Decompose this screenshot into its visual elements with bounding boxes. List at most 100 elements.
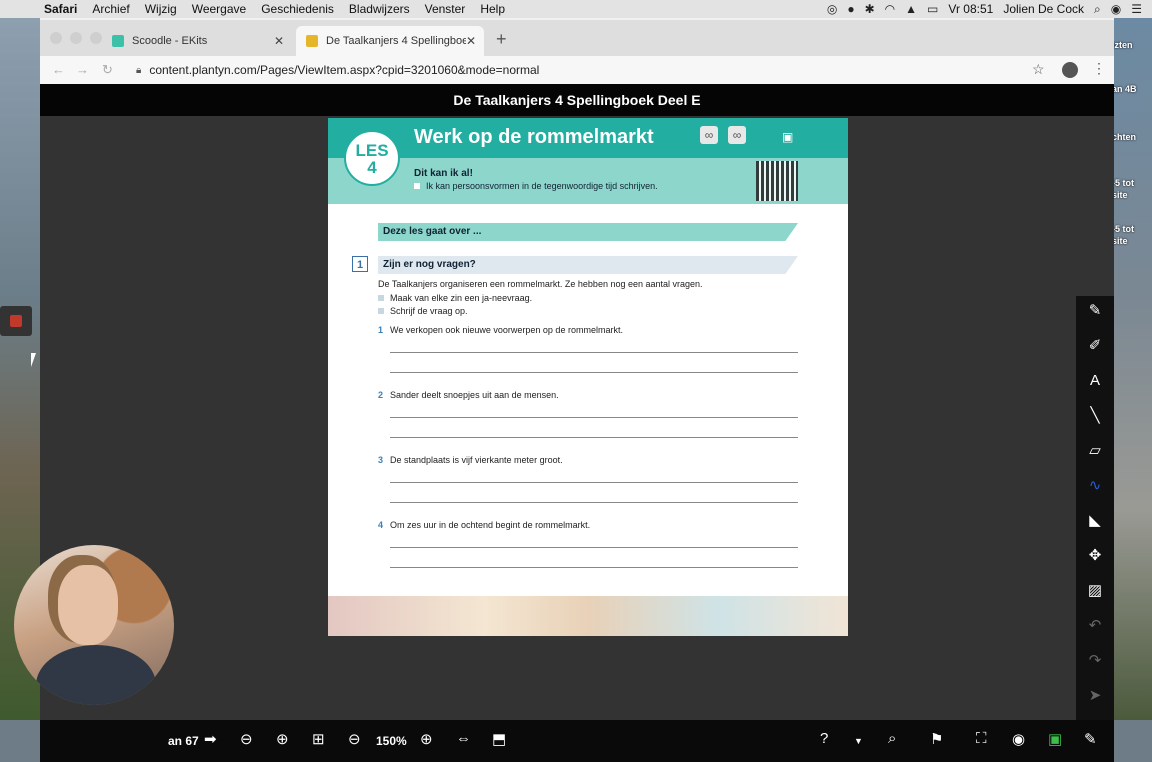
fit-width-icon[interactable]: ⇔ (456, 730, 471, 747)
tab-scoodle[interactable]: Scoodle - EKits ✕ (102, 26, 292, 56)
line-tool-icon[interactable]: ╲ (1076, 401, 1114, 431)
close-tab-icon[interactable]: ✕ (466, 34, 476, 48)
search-icon[interactable]: ⌕ (888, 730, 896, 747)
previous-page-icon[interactable]: ⊖ (240, 730, 253, 748)
menu-wijzig[interactable]: Wijzig (145, 2, 177, 16)
back-icon[interactable]: ← (52, 62, 65, 77)
answer-line[interactable] (390, 567, 798, 568)
record-icon (10, 315, 22, 327)
zoom-level: 150% (376, 734, 407, 748)
bookmark-icon[interactable]: ⚑ (930, 730, 943, 748)
record-button[interactable] (0, 306, 32, 336)
eraser-icon[interactable]: ▱ (1076, 436, 1114, 466)
zoom-window-button[interactable] (90, 32, 102, 44)
menubar-clock[interactable]: Vr 08:51 (948, 2, 993, 16)
new-tab-icon[interactable]: + (496, 29, 507, 50)
creative-cloud-icon[interactable]: ◎ (827, 2, 837, 16)
table-of-contents-icon[interactable]: ⊞ (312, 730, 325, 748)
pointer-icon[interactable]: ➤ (1076, 681, 1114, 711)
reload-icon[interactable]: ↻ (102, 62, 113, 78)
menubar: Safari Archief Wijzig Weergave Geschiede… (0, 0, 1152, 18)
undo-icon[interactable]: ↶ (1076, 611, 1114, 641)
help-icon[interactable]: ? (820, 730, 828, 747)
menu-archief[interactable]: Archief (92, 2, 129, 16)
move-icon[interactable]: ✥ (1076, 541, 1114, 571)
answer-line[interactable] (390, 502, 798, 503)
checkbox-icon[interactable] (414, 183, 420, 189)
redo-icon[interactable]: ↷ (1076, 646, 1114, 676)
edit-icon[interactable]: ✎ (1084, 730, 1097, 748)
viewer-title: De Taalkanjers 4 Spellingboek Deel E (40, 84, 1114, 116)
menu-app[interactable]: Safari (44, 2, 77, 16)
cloud-sync-icon[interactable]: ● (847, 2, 854, 16)
section-bar: Deze les gaat over ... (378, 223, 798, 241)
menu-venster[interactable]: Venster (425, 2, 466, 16)
bluetooth-icon[interactable]: ✱ (865, 2, 875, 16)
image-icon[interactable]: ▨ (1076, 576, 1114, 606)
wifi-icon[interactable]: ◠ (885, 2, 895, 16)
fullscreen-icon[interactable]: ⛶ (976, 730, 987, 747)
desktop-label: site (1112, 190, 1128, 200)
forward-icon[interactable]: → (76, 62, 89, 77)
close-tab-icon[interactable]: ✕ (274, 34, 284, 48)
browser-toolbar: ← → ↻ 🔒︎ content.plantyn.com/Pages/ViewI… (40, 56, 1114, 84)
book-icon[interactable]: ▣ (782, 130, 793, 144)
qr-code-icon[interactable] (756, 161, 798, 201)
spotlight-search-icon[interactable]: ⌕ (1094, 2, 1101, 17)
menu-weergave[interactable]: Weergave (192, 2, 246, 16)
answer-line[interactable] (390, 482, 798, 483)
airplay-icon[interactable]: ▲ (905, 2, 917, 16)
link-icon[interactable]: ∞ (700, 126, 718, 144)
lesson-label: LES (355, 141, 389, 160)
exercise-intro: De Taalkanjers organiseren een rommelmar… (378, 279, 703, 289)
freehand-icon[interactable]: ∿ (1076, 471, 1114, 501)
tab-bar: Scoodle - EKits ✕ De Taalkanjers 4 Spell… (40, 20, 1114, 56)
menu-bladwijzers[interactable]: Bladwijzers (349, 2, 410, 16)
tab-title: Scoodle - EKits (132, 35, 208, 47)
save-icon[interactable]: ▣ (1048, 730, 1062, 748)
address-bar[interactable]: 🔒︎ content.plantyn.com/Pages/ViewItem.as… (136, 60, 996, 80)
answer-line[interactable] (390, 547, 798, 548)
tab-title: De Taalkanjers 4 Spellingboek (326, 35, 466, 47)
webcam-person-body (36, 645, 156, 705)
question-text: Om zes uur in de ochtend begint de romme… (390, 520, 591, 530)
account-icon[interactable] (1062, 62, 1078, 78)
more-menu-icon[interactable]: ⋮ (1092, 60, 1106, 77)
minimize-window-button[interactable] (70, 32, 82, 44)
menu-help[interactable]: Help (480, 2, 505, 16)
desktop-label: izten (1112, 40, 1133, 50)
menu-geschiedenis[interactable]: Geschiedenis (261, 2, 334, 16)
answer-line[interactable] (390, 437, 798, 438)
answer-line[interactable] (390, 352, 798, 353)
menubar-user[interactable]: Jolien De Cock (1003, 2, 1084, 16)
question-item: 1 We verkopen ook nieuwe voorwerpen op de… (378, 325, 623, 335)
book-page: LES 4 Werk op de rommelmarkt ∞ ∞ ▣ Dit k… (328, 118, 848, 636)
close-window-button[interactable] (50, 32, 62, 44)
text-tool-icon[interactable]: A (1076, 366, 1114, 396)
next-page-icon[interactable]: ⊕ (276, 730, 289, 748)
lesson-number: 4 (367, 158, 377, 177)
goal-text: Ik kan persoonsvormen in de tegenwoordig… (426, 181, 658, 191)
bookmark-star-icon[interactable]: ☆ (1032, 61, 1045, 78)
export-icon[interactable]: ⬒ (492, 730, 506, 748)
zoom-out-icon[interactable]: ⊖ (348, 730, 361, 748)
visibility-icon[interactable]: ◉ (1012, 730, 1025, 748)
tab-taalkanjers[interactable]: De Taalkanjers 4 Spellingboek ✕ (296, 26, 484, 56)
link-icon[interactable]: ∞ (728, 126, 746, 144)
ruler-icon[interactable]: ◣ (1076, 506, 1114, 536)
desktop-right-edge: izten an 4B chten -5 tot site -5 tot sit… (1112, 18, 1152, 720)
help-dropdown-icon[interactable]: ▼ (854, 736, 863, 746)
answer-line[interactable] (390, 372, 798, 373)
notification-center-icon[interactable]: ☰ (1131, 2, 1142, 16)
battery-icon[interactable]: ▭ (927, 2, 938, 16)
siri-icon[interactable]: ◉ (1111, 2, 1121, 16)
answer-line[interactable] (390, 417, 798, 418)
next-arrow-icon[interactable]: ➡ (204, 730, 217, 748)
highlighter-icon[interactable]: ✐ (1076, 331, 1114, 361)
instruction-text: Schrijf de vraag op. (390, 306, 468, 316)
plantyn-favicon-icon (306, 35, 318, 47)
pencil-icon[interactable]: ✎ (1076, 296, 1114, 326)
scoodle-favicon-icon (112, 35, 124, 47)
zoom-in-icon[interactable]: ⊕ (420, 730, 433, 748)
page-indicator: an 67 (168, 734, 199, 748)
